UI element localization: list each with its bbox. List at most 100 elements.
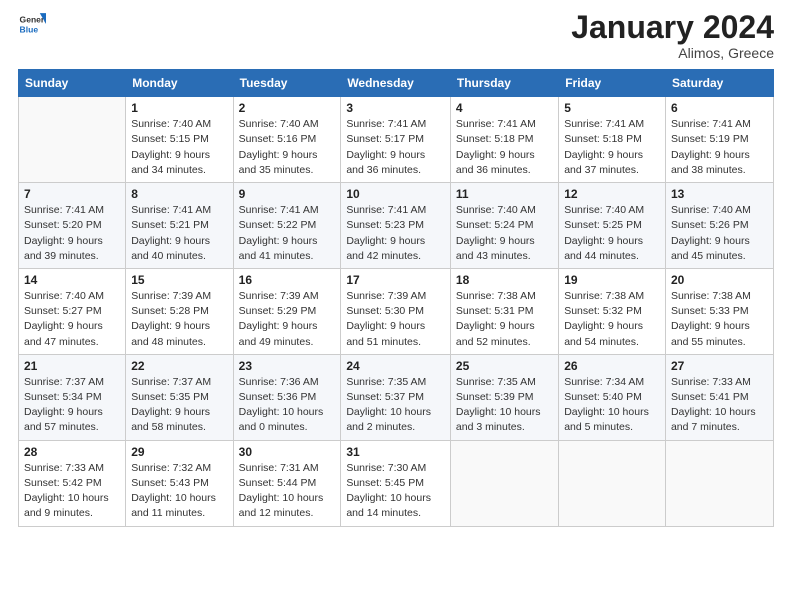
col-wednesday: Wednesday bbox=[341, 70, 451, 97]
table-row bbox=[559, 440, 666, 526]
calendar-week-2: 7 Sunrise: 7:41 AMSunset: 5:20 PMDaylight… bbox=[19, 183, 774, 269]
day-number: 10 bbox=[346, 187, 445, 201]
day-number: 24 bbox=[346, 359, 445, 373]
day-number: 7 bbox=[24, 187, 120, 201]
col-tuesday: Tuesday bbox=[233, 70, 341, 97]
day-info: Sunrise: 7:39 AMSunset: 5:30 PMDaylight:… bbox=[346, 289, 445, 350]
table-row: 9 Sunrise: 7:41 AMSunset: 5:22 PMDaylight… bbox=[233, 183, 341, 269]
day-info: Sunrise: 7:31 AMSunset: 5:44 PMDaylight:… bbox=[239, 461, 336, 522]
day-number: 5 bbox=[564, 101, 660, 115]
day-number: 3 bbox=[346, 101, 445, 115]
day-number: 31 bbox=[346, 445, 445, 459]
day-info: Sunrise: 7:40 AMSunset: 5:15 PMDaylight:… bbox=[131, 117, 227, 178]
day-info: Sunrise: 7:35 AMSunset: 5:37 PMDaylight:… bbox=[346, 375, 445, 436]
table-row: 17 Sunrise: 7:39 AMSunset: 5:30 PMDayligh… bbox=[341, 268, 451, 354]
location: Alimos, Greece bbox=[571, 45, 774, 61]
day-info: Sunrise: 7:41 AMSunset: 5:20 PMDaylight:… bbox=[24, 203, 120, 264]
day-number: 16 bbox=[239, 273, 336, 287]
day-info: Sunrise: 7:39 AMSunset: 5:28 PMDaylight:… bbox=[131, 289, 227, 350]
table-row: 20Sunrise: 7:38 AMSunset: 5:33 PMDayligh… bbox=[665, 268, 773, 354]
title-block: January 2024 Alimos, Greece bbox=[571, 10, 774, 61]
day-number: 13 bbox=[671, 187, 768, 201]
day-number: 12 bbox=[564, 187, 660, 201]
header: General Blue January 2024 Alimos, Greece bbox=[18, 10, 774, 61]
calendar-week-4: 21 Sunrise: 7:37 AMSunset: 5:34 PMDayligh… bbox=[19, 354, 774, 440]
table-row: 15 Sunrise: 7:39 AMSunset: 5:28 PMDayligh… bbox=[126, 268, 233, 354]
table-row: 6Sunrise: 7:41 AMSunset: 5:19 PMDaylight… bbox=[665, 97, 773, 183]
day-number: 18 bbox=[456, 273, 553, 287]
day-number: 27 bbox=[671, 359, 768, 373]
day-info: Sunrise: 7:41 AMSunset: 5:23 PMDaylight:… bbox=[346, 203, 445, 264]
col-friday: Friday bbox=[559, 70, 666, 97]
table-row: 4 Sunrise: 7:41 AMSunset: 5:18 PMDaylight… bbox=[450, 97, 558, 183]
table-row: 27 Sunrise: 7:33 AMSunset: 5:41 PMDayligh… bbox=[665, 354, 773, 440]
day-info: Sunrise: 7:40 AMSunset: 5:24 PMDaylight:… bbox=[456, 203, 553, 264]
day-number: 14 bbox=[24, 273, 120, 287]
day-number: 30 bbox=[239, 445, 336, 459]
day-number: 4 bbox=[456, 101, 553, 115]
table-row: 5 Sunrise: 7:41 AMSunset: 5:18 PMDaylight… bbox=[559, 97, 666, 183]
table-row bbox=[450, 440, 558, 526]
month-title: January 2024 bbox=[571, 10, 774, 45]
day-number: 21 bbox=[24, 359, 120, 373]
day-number: 8 bbox=[131, 187, 227, 201]
day-info: Sunrise: 7:41 AMSunset: 5:18 PMDaylight:… bbox=[564, 117, 660, 178]
day-info: Sunrise: 7:40 AMSunset: 5:25 PMDaylight:… bbox=[564, 203, 660, 264]
col-monday: Monday bbox=[126, 70, 233, 97]
day-number: 1 bbox=[131, 101, 227, 115]
logo: General Blue bbox=[18, 10, 46, 38]
table-row: 2 Sunrise: 7:40 AMSunset: 5:16 PMDaylight… bbox=[233, 97, 341, 183]
day-info: Sunrise: 7:36 AMSunset: 5:36 PMDaylight:… bbox=[239, 375, 336, 436]
table-row: 12 Sunrise: 7:40 AMSunset: 5:25 PMDayligh… bbox=[559, 183, 666, 269]
day-info: Sunrise: 7:38 AMSunset: 5:32 PMDaylight:… bbox=[564, 289, 660, 350]
day-info: Sunrise: 7:37 AMSunset: 5:35 PMDaylight:… bbox=[131, 375, 227, 436]
day-number: 17 bbox=[346, 273, 445, 287]
table-row: 21 Sunrise: 7:37 AMSunset: 5:34 PMDayligh… bbox=[19, 354, 126, 440]
calendar-week-1: 1 Sunrise: 7:40 AMSunset: 5:15 PMDaylight… bbox=[19, 97, 774, 183]
day-number: 22 bbox=[131, 359, 227, 373]
day-number: 9 bbox=[239, 187, 336, 201]
calendar-table: Sunday Monday Tuesday Wednesday Thursday… bbox=[18, 69, 774, 526]
day-number: 11 bbox=[456, 187, 553, 201]
day-number: 28 bbox=[24, 445, 120, 459]
table-row: 30 Sunrise: 7:31 AMSunset: 5:44 PMDayligh… bbox=[233, 440, 341, 526]
table-row: 26Sunrise: 7:34 AMSunset: 5:40 PMDayligh… bbox=[559, 354, 666, 440]
table-row: 10 Sunrise: 7:41 AMSunset: 5:23 PMDayligh… bbox=[341, 183, 451, 269]
day-info: Sunrise: 7:41 AMSunset: 5:17 PMDaylight:… bbox=[346, 117, 445, 178]
table-row: 8 Sunrise: 7:41 AMSunset: 5:21 PMDaylight… bbox=[126, 183, 233, 269]
day-number: 25 bbox=[456, 359, 553, 373]
day-number: 20 bbox=[671, 273, 768, 287]
day-info: Sunrise: 7:40 AMSunset: 5:27 PMDaylight:… bbox=[24, 289, 120, 350]
day-info: Sunrise: 7:33 AMSunset: 5:42 PMDaylight:… bbox=[24, 461, 120, 522]
col-saturday: Saturday bbox=[665, 70, 773, 97]
table-row: 25 Sunrise: 7:35 AMSunset: 5:39 PMDayligh… bbox=[450, 354, 558, 440]
day-info: Sunrise: 7:35 AMSunset: 5:39 PMDaylight:… bbox=[456, 375, 553, 436]
table-row: 14 Sunrise: 7:40 AMSunset: 5:27 PMDayligh… bbox=[19, 268, 126, 354]
day-number: 15 bbox=[131, 273, 227, 287]
table-row: 18Sunrise: 7:38 AMSunset: 5:31 PMDayligh… bbox=[450, 268, 558, 354]
day-number: 19 bbox=[564, 273, 660, 287]
header-row: Sunday Monday Tuesday Wednesday Thursday… bbox=[19, 70, 774, 97]
table-row: 24 Sunrise: 7:35 AMSunset: 5:37 PMDayligh… bbox=[341, 354, 451, 440]
day-info: Sunrise: 7:37 AMSunset: 5:34 PMDaylight:… bbox=[24, 375, 120, 436]
table-row: 22 Sunrise: 7:37 AMSunset: 5:35 PMDayligh… bbox=[126, 354, 233, 440]
day-number: 2 bbox=[239, 101, 336, 115]
day-info: Sunrise: 7:41 AMSunset: 5:21 PMDaylight:… bbox=[131, 203, 227, 264]
table-row: 29Sunrise: 7:32 AMSunset: 5:43 PMDayligh… bbox=[126, 440, 233, 526]
day-info: Sunrise: 7:41 AMSunset: 5:18 PMDaylight:… bbox=[456, 117, 553, 178]
day-number: 23 bbox=[239, 359, 336, 373]
day-info: Sunrise: 7:30 AMSunset: 5:45 PMDaylight:… bbox=[346, 461, 445, 522]
table-row: 23 Sunrise: 7:36 AMSunset: 5:36 PMDayligh… bbox=[233, 354, 341, 440]
day-number: 26 bbox=[564, 359, 660, 373]
day-info: Sunrise: 7:33 AMSunset: 5:41 PMDaylight:… bbox=[671, 375, 768, 436]
table-row: 28 Sunrise: 7:33 AMSunset: 5:42 PMDayligh… bbox=[19, 440, 126, 526]
day-info: Sunrise: 7:40 AMSunset: 5:16 PMDaylight:… bbox=[239, 117, 336, 178]
table-row bbox=[19, 97, 126, 183]
table-row: 1 Sunrise: 7:40 AMSunset: 5:15 PMDaylight… bbox=[126, 97, 233, 183]
table-row bbox=[665, 440, 773, 526]
table-row: 31 Sunrise: 7:30 AMSunset: 5:45 PMDayligh… bbox=[341, 440, 451, 526]
table-row: 11 Sunrise: 7:40 AMSunset: 5:24 PMDayligh… bbox=[450, 183, 558, 269]
svg-text:Blue: Blue bbox=[20, 25, 39, 35]
table-row: 19 Sunrise: 7:38 AMSunset: 5:32 PMDayligh… bbox=[559, 268, 666, 354]
day-info: Sunrise: 7:41 AMSunset: 5:22 PMDaylight:… bbox=[239, 203, 336, 264]
